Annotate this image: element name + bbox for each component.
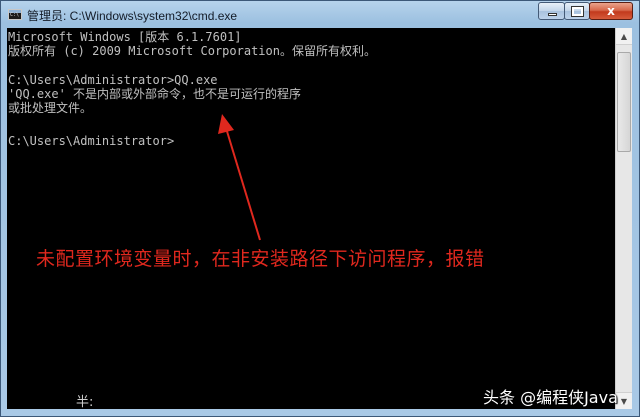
console-prompt: C:\Users\Administrator> — [8, 134, 175, 148]
maximize-icon — [571, 6, 584, 17]
window-title: 管理员: C:\Windows\system32\cmd.exe — [27, 9, 238, 23]
maximize-button[interactable] — [564, 2, 590, 20]
scroll-thumb[interactable] — [617, 52, 631, 152]
watermark: 头条 @编程侠Java — [483, 388, 618, 407]
scroll-down-icon[interactable]: ▼ — [616, 392, 632, 409]
minimize-button[interactable] — [538, 2, 565, 20]
ime-status: 半: — [76, 395, 94, 410]
annotation-text: 未配置环境变量时，在非安装路径下访问程序，报错 — [36, 248, 485, 270]
console-line: 版权所有 (c) 2009 Microsoft Corporation。保留所有… — [8, 44, 376, 58]
scroll-up-icon[interactable]: ▲ — [616, 28, 632, 45]
close-button[interactable]: x — [589, 2, 633, 20]
console-output[interactable]: Microsoft Windows [版本 6.1.7601] 版权所有 (c)… — [7, 28, 615, 409]
title-bar[interactable]: 管理员: C:\Windows\system32\cmd.exe x — [1, 1, 639, 29]
close-icon: x — [607, 4, 615, 18]
console-line: C:\Users\Administrator>QQ.exe — [8, 73, 218, 87]
vertical-scrollbar[interactable]: ▲ ▼ — [615, 28, 632, 409]
console-line: 或批处理文件。 — [8, 101, 93, 115]
console-line: Microsoft Windows [版本 6.1.7601] — [8, 30, 242, 44]
console-line: 'QQ.exe' 不是内部或外部命令，也不是可运行的程序 — [8, 87, 302, 101]
cmd-icon[interactable] — [8, 9, 22, 20]
minimize-icon — [548, 13, 557, 16]
